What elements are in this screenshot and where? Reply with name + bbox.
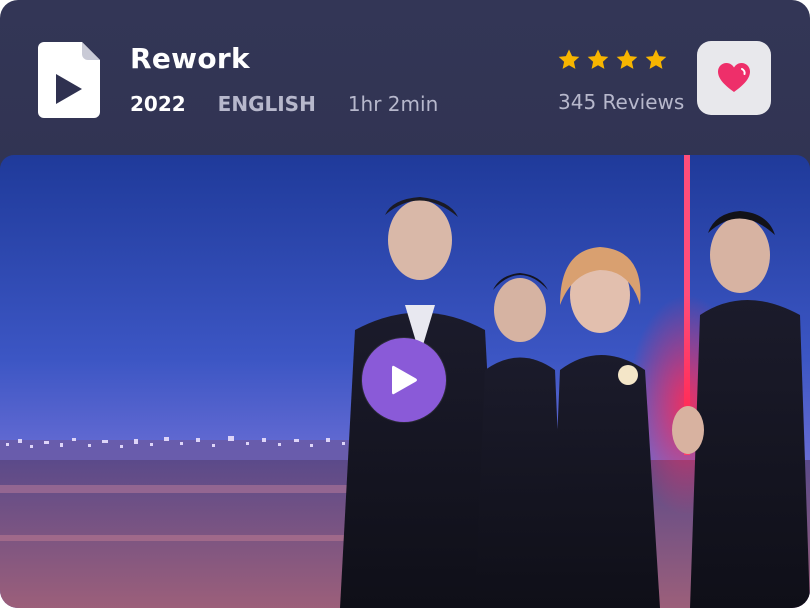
video-file-icon (38, 42, 100, 118)
movie-title: Rework (130, 42, 250, 75)
play-button[interactable] (362, 338, 446, 422)
star-icon (587, 49, 609, 69)
star-rating (557, 48, 668, 72)
movie-duration: 1hr 2min (347, 92, 439, 116)
movie-year: 2022 (130, 92, 186, 116)
video-preview[interactable] (0, 155, 810, 608)
play-icon (392, 365, 417, 395)
star-icon (616, 49, 638, 69)
movie-meta: 2022 ENGLISH 1hr 2min (130, 92, 438, 116)
movie-card: Rework 2022 ENGLISH 1hr 2min 345 Reviews (0, 0, 810, 608)
star-icon (645, 49, 667, 69)
favorite-button[interactable] (697, 41, 771, 115)
reviews-count: 345 Reviews (558, 90, 685, 114)
movie-language: ENGLISH (217, 92, 316, 116)
heart-icon (718, 63, 750, 92)
star-icon (558, 49, 580, 69)
